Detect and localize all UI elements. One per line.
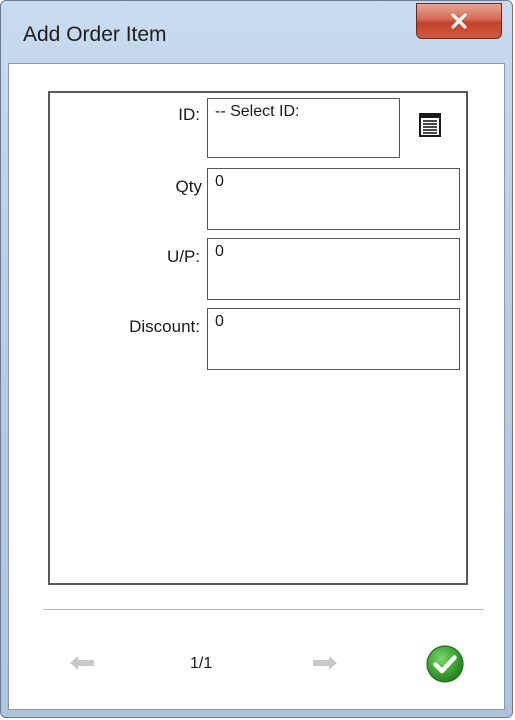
discount-label: Discount: — [129, 317, 200, 336]
window-title: Add Order Item — [23, 23, 167, 46]
list-icon[interactable] — [419, 113, 441, 137]
dialog-body: ID: -- Select ID: Qty 0 U/P: 0 Discount:… — [8, 63, 505, 710]
unit-price-label: U/P: — [166, 247, 200, 266]
qty-value: 0 — [215, 173, 224, 190]
discount-field[interactable]: 0 — [207, 308, 460, 370]
discount-value: 0 — [215, 313, 224, 330]
close-icon — [451, 13, 467, 29]
id-value: -- Select ID: — [215, 103, 300, 120]
form-panel: ID: -- Select ID: Qty 0 U/P: 0 Discount:… — [48, 91, 468, 585]
qty-field[interactable]: 0 — [207, 168, 460, 230]
qty-label: Qty — [175, 177, 202, 196]
id-label: ID: — [178, 105, 200, 124]
footer-divider — [43, 609, 484, 610]
arrow-left-icon[interactable] — [68, 653, 96, 673]
close-button[interactable] — [416, 3, 502, 39]
title-bar[interactable]: Add Order Item — [1, 1, 512, 65]
id-field[interactable]: -- Select ID: — [207, 98, 400, 158]
arrow-right-icon[interactable] — [311, 653, 339, 673]
unit-price-field[interactable]: 0 — [207, 238, 460, 300]
checkmark-icon[interactable] — [425, 644, 465, 684]
unit-price-value: 0 — [215, 243, 224, 260]
page-indicator: 1/1 — [190, 655, 213, 672]
